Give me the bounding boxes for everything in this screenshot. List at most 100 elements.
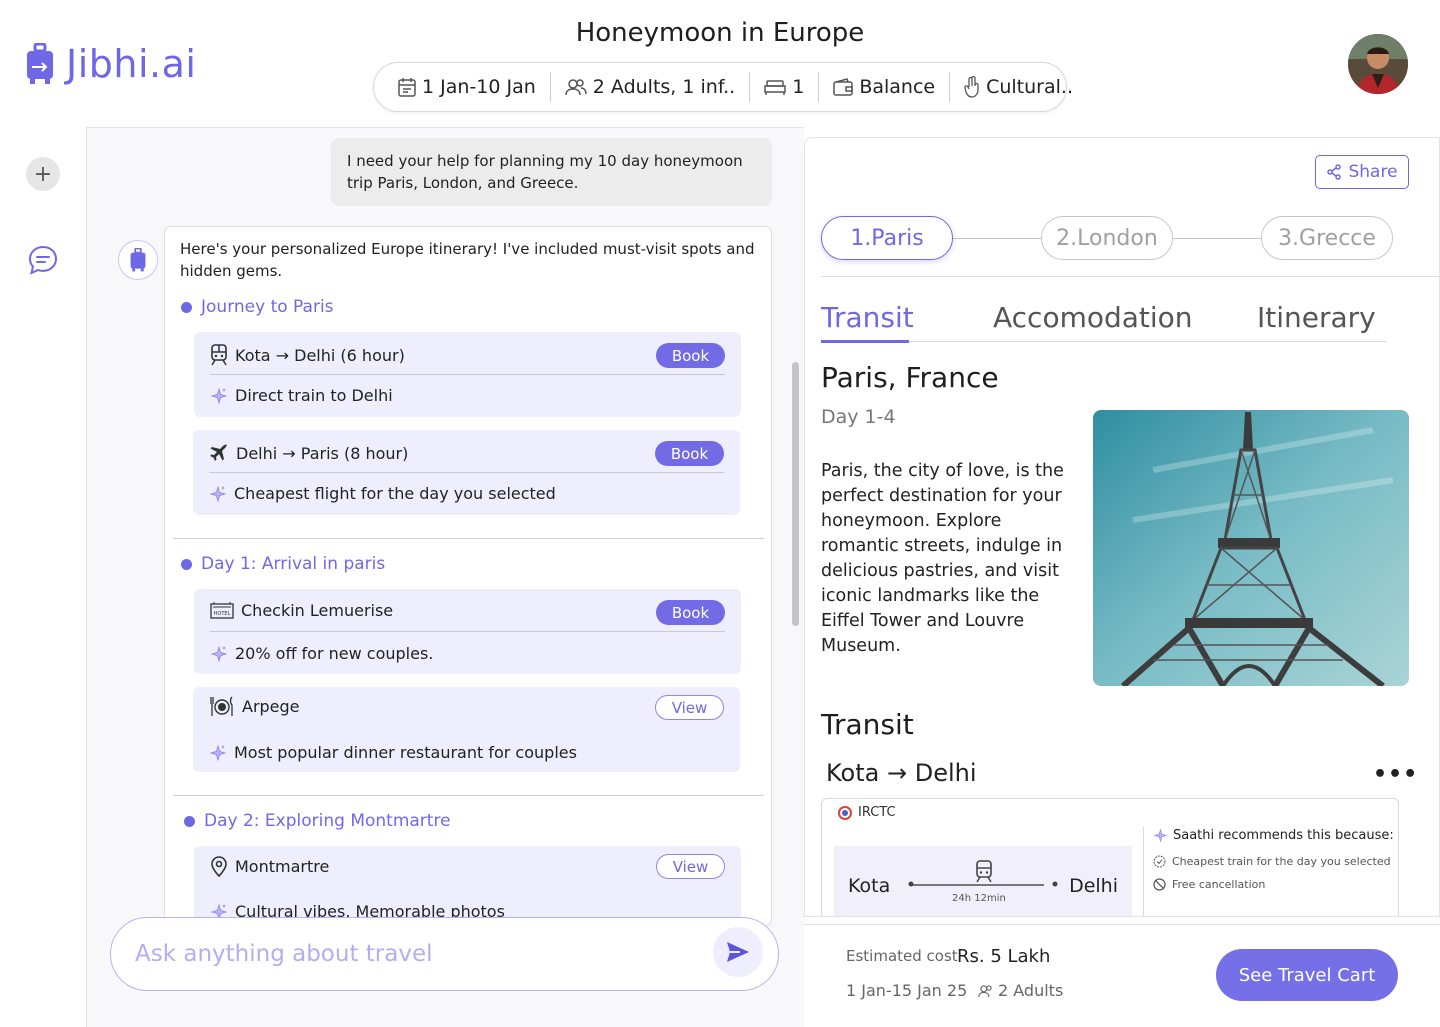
filter-interests-label: Cultural.. bbox=[986, 76, 1073, 98]
route-to: Delhi bbox=[1069, 875, 1118, 897]
section-title: Journey to Paris bbox=[201, 297, 334, 317]
view-button[interactable]: View bbox=[655, 695, 724, 720]
section-journey-to-paris: Journey to Paris bbox=[181, 297, 334, 317]
user-avatar[interactable] bbox=[1348, 34, 1408, 94]
bullet-dot bbox=[181, 558, 192, 570]
tab-transit[interactable]: Transit bbox=[821, 301, 914, 334]
more-options-icon[interactable]: ••• bbox=[1373, 762, 1418, 787]
itinerary-item: Montmartre View Cultural vibes. Memorabl… bbox=[194, 846, 741, 925]
bot-itinerary-message: Here's your personalized Europe itinerar… bbox=[164, 226, 772, 926]
plus-icon: + bbox=[33, 161, 53, 187]
section-title: Day 1: Arrival in paris bbox=[201, 554, 386, 574]
hotel-icon: HOTEL bbox=[210, 602, 234, 619]
item-divider bbox=[210, 374, 725, 375]
city-step-greece[interactable]: 3.Grecce bbox=[1261, 216, 1393, 260]
section-divider bbox=[173, 538, 764, 539]
suitcase-icon bbox=[27, 43, 53, 84]
filter-travellers-label: 2 Adults, 1 inf.. bbox=[592, 76, 736, 98]
bullet-dot bbox=[181, 301, 192, 313]
tab-active-indicator bbox=[821, 340, 909, 343]
trip-travellers-text: 2 Adults bbox=[998, 981, 1064, 1000]
recommendation-reason: Free cancellation bbox=[1153, 878, 1265, 891]
filter-dates[interactable]: 1 Jan-10 Jan bbox=[384, 72, 550, 102]
book-button[interactable]: Book bbox=[656, 343, 725, 368]
chat-input[interactable]: Ask anything about travel bbox=[110, 917, 779, 991]
trip-title: Honeymoon in Europe bbox=[575, 18, 865, 48]
item-title: Checkin Lemuerise bbox=[241, 600, 394, 620]
filter-rooms-label: 1 bbox=[792, 76, 805, 98]
send-icon bbox=[727, 942, 749, 962]
share-icon bbox=[1327, 164, 1342, 180]
sparkle-icon bbox=[1153, 828, 1168, 843]
filter-budget[interactable]: Balance bbox=[818, 72, 949, 102]
sparkle-icon bbox=[210, 387, 228, 404]
trip-dates: 1 Jan-15 Jan 25 bbox=[846, 981, 968, 1000]
no-cancel-fee-icon bbox=[1153, 878, 1166, 891]
suitcase-icon bbox=[130, 248, 146, 272]
section-title: Day 2: Exploring Montmartre bbox=[204, 811, 451, 831]
item-note: Cheapest flight for the day you selected bbox=[234, 484, 556, 503]
route-title: Kota → Delhi bbox=[826, 759, 977, 787]
send-button[interactable] bbox=[713, 927, 763, 977]
item-title: Delhi → Paris (8 hour) bbox=[236, 443, 409, 463]
provider-label: IRCTC bbox=[838, 805, 896, 820]
book-button[interactable]: Book bbox=[655, 441, 724, 466]
item-title: Kota → Delhi (6 hour) bbox=[235, 345, 405, 365]
city-step-london[interactable]: 2.London bbox=[1041, 216, 1173, 260]
section-day-2: Day 2: Exploring Montmartre bbox=[184, 811, 451, 831]
tab-itinerary[interactable]: Itinerary bbox=[1257, 301, 1376, 334]
place-days: Day 1-4 bbox=[821, 406, 896, 428]
new-chat-button[interactable]: + bbox=[26, 157, 60, 191]
item-note: Direct train to Delhi bbox=[235, 386, 393, 405]
people-icon bbox=[978, 984, 992, 997]
filter-travellers[interactable]: 2 Adults, 1 inf.. bbox=[549, 72, 749, 102]
divider bbox=[821, 276, 1439, 277]
view-button[interactable]: View bbox=[656, 854, 725, 879]
brand-name: Jibhi.ai bbox=[66, 42, 197, 86]
sparkle-icon bbox=[209, 485, 227, 502]
eiffel-tower-photo bbox=[1093, 410, 1409, 686]
plane-icon bbox=[210, 444, 227, 461]
timeline-dot-end bbox=[1052, 881, 1058, 887]
itinerary-item: Kota → Delhi (6 hour) Book Direct train … bbox=[194, 332, 741, 417]
timeline-dot-start bbox=[908, 881, 914, 887]
bot-intro-text: Here's your personalized Europe itinerar… bbox=[180, 240, 755, 280]
filter-interests[interactable]: Cultural.. bbox=[949, 72, 1087, 102]
place-description: Paris, the city of love, is the perfect … bbox=[821, 461, 1064, 656]
people-icon bbox=[565, 79, 587, 96]
provider-name: IRCTC bbox=[858, 805, 896, 820]
recommendation-title: Saathi recommends this because: bbox=[1153, 828, 1394, 843]
calendar-icon bbox=[398, 78, 416, 97]
item-divider bbox=[210, 631, 725, 632]
recommendation-reason: Cheapest train for the day you selected bbox=[1153, 855, 1391, 868]
city-step-paris[interactable]: 1.Paris bbox=[821, 216, 953, 260]
route-from: Kota bbox=[848, 875, 891, 897]
filter-rooms[interactable]: 1 bbox=[749, 72, 818, 102]
trip-detail-panel: Share 1.Paris 2.London 3.Grecce Transit … bbox=[804, 137, 1440, 917]
chat-history-button[interactable] bbox=[27, 244, 59, 276]
route-duration: 24h 12min bbox=[952, 893, 1006, 904]
transit-option-card[interactable]: IRCTC Kota 24h 12min Delhi Saathi recomm… bbox=[821, 798, 1399, 916]
place-title: Paris, France bbox=[821, 361, 999, 394]
wallet-icon bbox=[833, 78, 854, 96]
see-travel-cart-button[interactable]: See Travel Cart bbox=[1216, 949, 1398, 1001]
brand-logo[interactable]: Jibhi.ai bbox=[26, 42, 196, 86]
location-pin-icon bbox=[211, 856, 227, 877]
share-label: Share bbox=[1348, 162, 1398, 182]
route-line bbox=[910, 884, 1044, 886]
train-icon bbox=[976, 860, 992, 883]
chat-scrollbar[interactable] bbox=[792, 362, 799, 626]
book-button[interactable]: Book bbox=[656, 600, 725, 625]
section-divider bbox=[173, 795, 764, 796]
tab-accomodation[interactable]: Accomodation bbox=[993, 301, 1193, 334]
recommendation-title-text: Saathi recommends this because: bbox=[1173, 828, 1394, 843]
hand-icon bbox=[964, 76, 979, 98]
dining-icon bbox=[210, 696, 233, 716]
item-divider bbox=[209, 472, 724, 473]
share-button[interactable]: Share bbox=[1315, 155, 1409, 189]
sparkle-icon bbox=[209, 744, 227, 761]
irctc-logo-icon bbox=[838, 805, 852, 820]
item-title: Arpege bbox=[242, 696, 300, 716]
estimated-cost-label: Estimated cost bbox=[846, 947, 958, 965]
itinerary-item: Arpege View Most popular dinner restaura… bbox=[193, 687, 740, 772]
